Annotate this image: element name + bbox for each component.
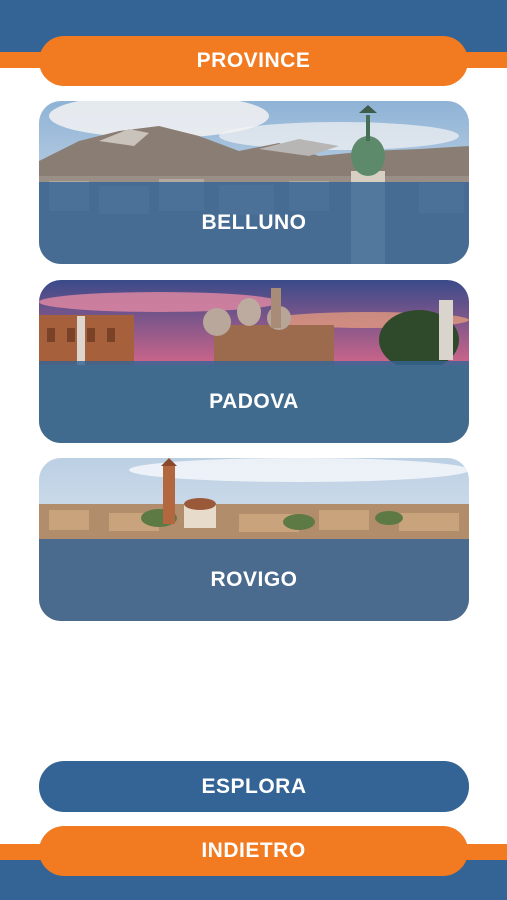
province-card-belluno[interactable]: BELLUNO [39,101,469,264]
page-title: PROVINCE [39,36,468,86]
province-card-rovigo[interactable]: ROVIGO [39,458,469,621]
explore-button[interactable]: ESPLORA [39,761,469,812]
province-card-padova[interactable]: PADOVA [39,280,469,443]
province-label: ROVIGO [210,568,298,591]
province-label: PADOVA [209,390,299,413]
province-label: BELLUNO [201,211,307,234]
back-button[interactable]: INDIETRO [39,826,468,876]
